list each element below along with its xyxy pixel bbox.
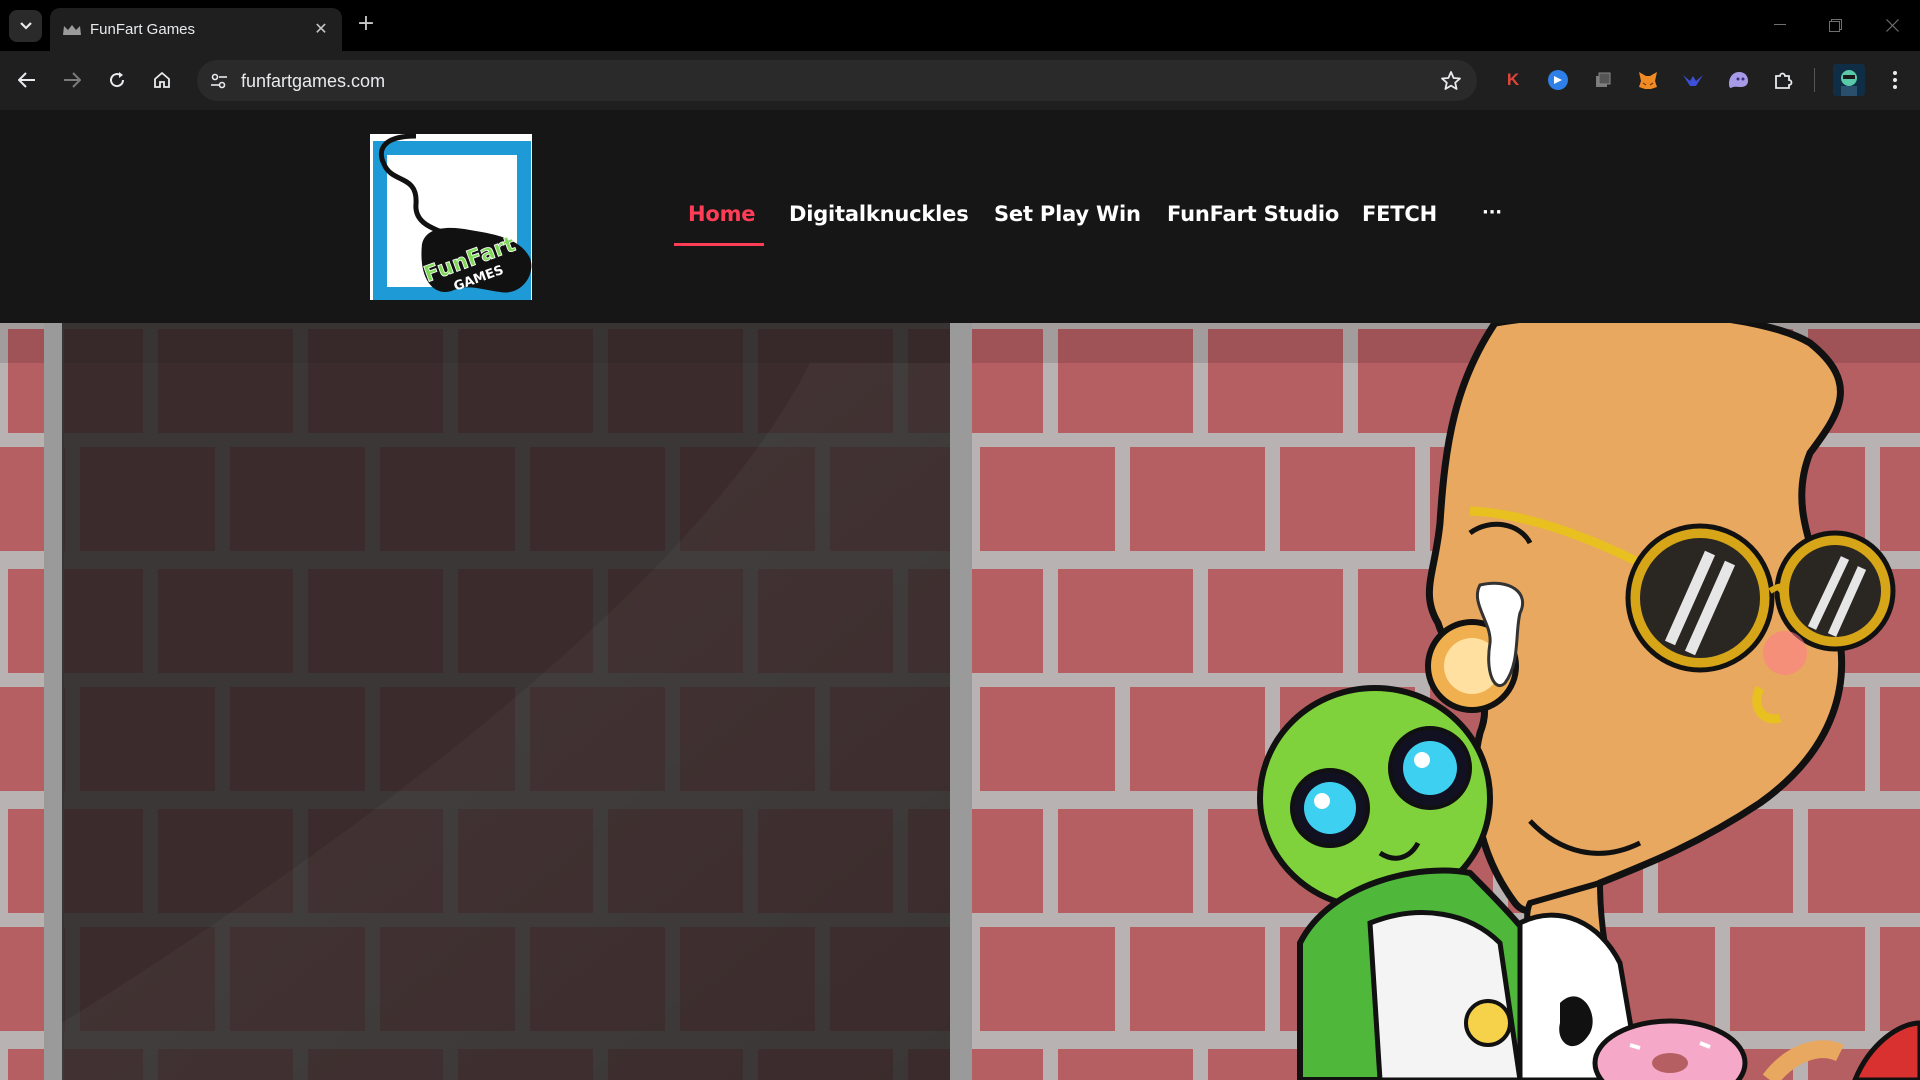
tab-search-button[interactable] bbox=[9, 10, 42, 42]
white-shirt bbox=[1367, 910, 1523, 1080]
controller-logo-icon: FunFart GAMES bbox=[373, 133, 532, 301]
funfart-games-logo[interactable]: FunFart GAMES bbox=[370, 133, 532, 301]
puzzle-extensions-icon[interactable] bbox=[1770, 67, 1796, 93]
arrow-right-icon bbox=[64, 72, 81, 88]
window-frame-left bbox=[44, 323, 64, 1080]
crown-favicon-icon bbox=[63, 25, 81, 35]
toolbar-divider bbox=[1814, 68, 1815, 92]
arrow-left-icon bbox=[18, 72, 35, 88]
close-icon bbox=[1885, 18, 1899, 32]
reload-button[interactable] bbox=[100, 63, 134, 97]
tab-title: FunFart Games bbox=[90, 21, 196, 38]
minimize-icon bbox=[1774, 24, 1786, 25]
ghost-extension-icon[interactable] bbox=[1725, 67, 1751, 93]
nav-item-digitalknuckles[interactable]: Digitalknuckles bbox=[789, 202, 969, 226]
nav-item-funfart-studio[interactable]: FunFart Studio bbox=[1167, 202, 1339, 226]
star-icon[interactable] bbox=[1439, 69, 1463, 93]
browser-toolbar: funfartgames.com K bbox=[0, 51, 1920, 110]
nav-item-home[interactable]: Home bbox=[688, 202, 756, 226]
forward-button[interactable] bbox=[55, 63, 89, 97]
tab-strip: FunFart Games ✕ + bbox=[0, 0, 1920, 51]
web-page: FunFart GAMES Home Digitalknuckles Set P… bbox=[0, 110, 1920, 1080]
window-frame-right bbox=[950, 323, 972, 1080]
new-tab-button[interactable]: + bbox=[354, 13, 378, 37]
jacket-patch bbox=[1464, 999, 1512, 1047]
restore-icon bbox=[1828, 18, 1842, 32]
restore-button[interactable] bbox=[1815, 10, 1855, 40]
bird-extension-icon[interactable] bbox=[1680, 67, 1706, 93]
active-nav-underline bbox=[674, 243, 764, 246]
back-button[interactable] bbox=[10, 63, 44, 97]
nav-item-fetch[interactable]: FETCH bbox=[1362, 202, 1437, 226]
browser-tab[interactable]: FunFart Games ✕ bbox=[50, 8, 342, 51]
url-text[interactable]: funfartgames.com bbox=[241, 71, 385, 92]
close-tab-icon[interactable]: ✕ bbox=[310, 18, 332, 40]
nav-item-set-play-win[interactable]: Set Play Win bbox=[994, 202, 1141, 226]
minimize-button[interactable] bbox=[1760, 10, 1800, 40]
hero-illustration bbox=[0, 323, 1920, 1080]
address-bar[interactable]: funfartgames.com bbox=[197, 60, 1477, 101]
tune-icon bbox=[211, 73, 227, 89]
menu-dots-icon[interactable] bbox=[1882, 67, 1908, 93]
close-window-button[interactable] bbox=[1872, 10, 1912, 40]
chevron-down-icon bbox=[19, 22, 32, 30]
site-info-button[interactable] bbox=[207, 69, 231, 93]
home-icon bbox=[154, 71, 170, 88]
blue-circle-extension-icon[interactable] bbox=[1545, 67, 1571, 93]
nav-more-menu[interactable]: ··· bbox=[1482, 202, 1502, 223]
hero-banner bbox=[0, 323, 1920, 1080]
copy-extension-icon[interactable] bbox=[1590, 67, 1616, 93]
k-extension-icon[interactable]: K bbox=[1500, 67, 1526, 93]
reload-icon bbox=[110, 72, 125, 88]
site-header: FunFart GAMES Home Digitalknuckles Set P… bbox=[0, 110, 1920, 323]
fox-wallet-icon[interactable] bbox=[1635, 67, 1661, 93]
profile-avatar[interactable] bbox=[1833, 64, 1865, 96]
home-button[interactable] bbox=[145, 63, 179, 97]
